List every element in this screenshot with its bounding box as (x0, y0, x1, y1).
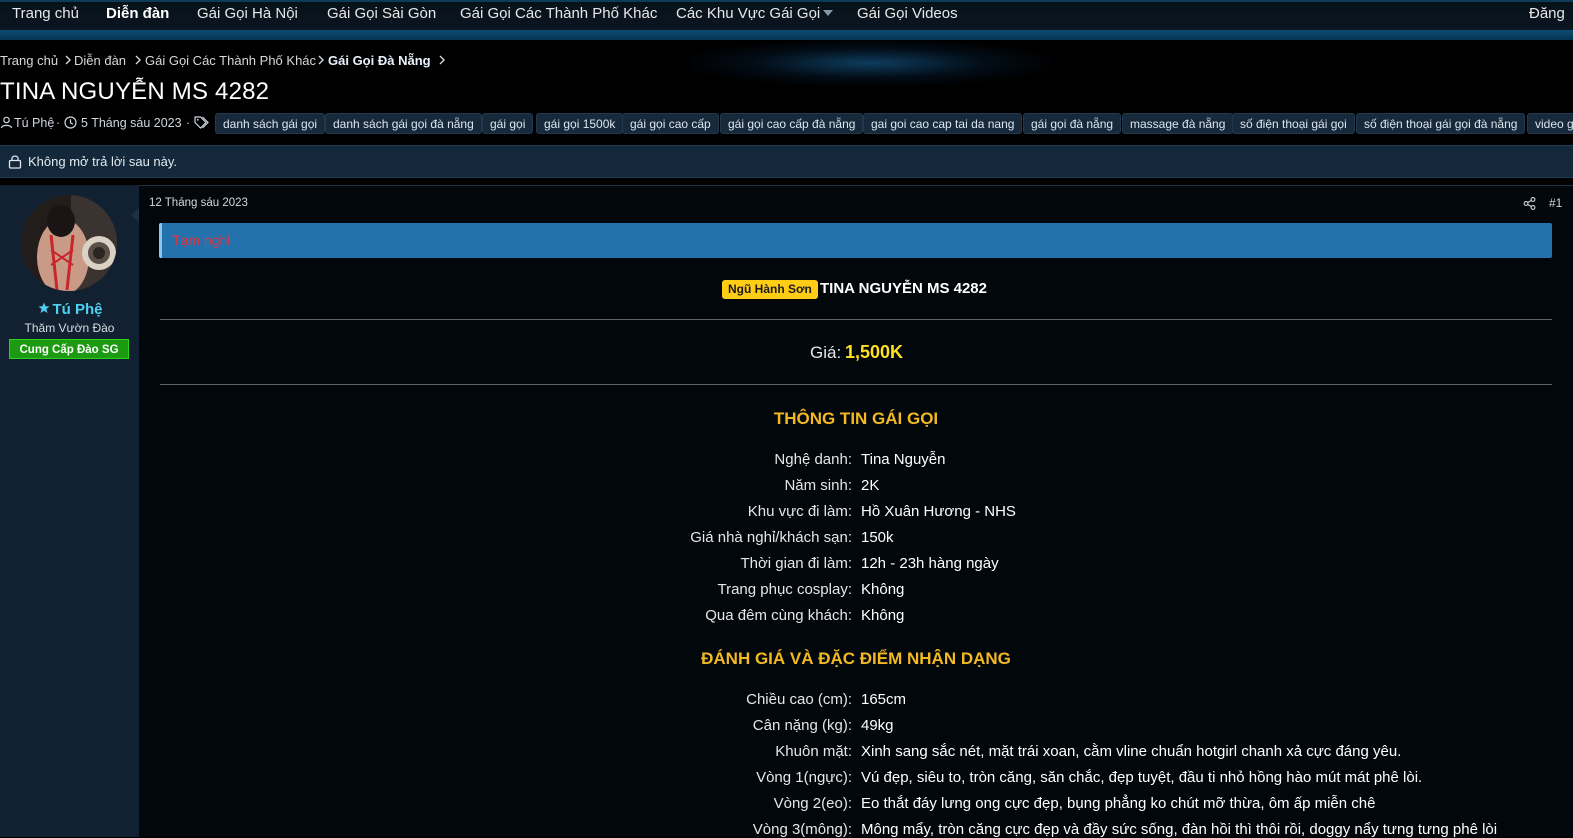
user-icon (0, 116, 13, 129)
info-value: 150k (861, 529, 894, 546)
info-label: Khu vực đi làm: (747, 503, 852, 520)
breadcrumb-other-cities[interactable]: Gái Gọi Các Thành Phố Khác (145, 53, 316, 68)
info-label: Thời gian đi làm: (740, 555, 852, 572)
tags-icon (194, 116, 209, 129)
locked-notice: Không mở trả lời sau này. (0, 145, 1573, 178)
review-label: Vòng 3(mông): (752, 821, 852, 838)
nav-login-link[interactable]: Đăng (1529, 5, 1565, 22)
info-value: 12h - 23h hàng ngày (861, 555, 999, 572)
review-value: Xinh sang sắc nét, mặt trái xoan, cằm vl… (861, 743, 1402, 760)
nav-item-saigon[interactable]: Gái Gọi Sài Gòn (327, 5, 436, 22)
status-box: Tạm nghỉ (159, 223, 1552, 258)
meta-separator: · (56, 116, 61, 130)
avatar[interactable] (21, 195, 117, 291)
locked-notice-text: Không mở trả lời sau này. (28, 154, 178, 169)
post-date[interactable]: 12 Tháng sáu 2023 (149, 197, 248, 209)
info-label: Năm sinh: (784, 477, 852, 494)
tag[interactable]: gái gọi cao cấp (622, 113, 719, 134)
review-label: Cân nặng (kg): (752, 717, 852, 734)
info-value: Tina Nguyễn (861, 451, 946, 468)
post-headline: TINA NGUYỄN MS 4282 (820, 280, 987, 297)
post-user-panel: Tú Phệ Thăm Vườn Đào Cung Cấp Đào SG (0, 185, 139, 837)
price-value: 1,500K (845, 342, 904, 362)
breadcrumb-home[interactable]: Trang chủ (0, 53, 58, 68)
review-value: Mông mẩy, tròn căng cực đẹp và đầy sức s… (861, 821, 1498, 838)
tag[interactable]: video g (1527, 113, 1573, 134)
nav-stripe (0, 30, 1573, 40)
info-label: Giá nhà nghỉ/khách sạn: (690, 529, 852, 546)
review-label: Vòng 2(eo): (773, 795, 852, 812)
chevron-down-icon[interactable] (823, 8, 833, 18)
price-label: Giá: (810, 343, 842, 362)
nav-item-forum[interactable]: Diễn đàn (106, 5, 169, 22)
divider (160, 384, 1552, 385)
tag[interactable]: danh sách gái gọi đà nẵng (325, 113, 482, 134)
info-value: Không (861, 581, 905, 598)
chevron-right-icon (65, 55, 71, 65)
info-section-title: THÔNG TIN GÁI GỌI (773, 409, 939, 428)
post-username[interactable]: Tú Phệ (8, 301, 147, 318)
user-title: Thăm Vườn Đào (24, 321, 115, 335)
tag[interactable]: gái gọi (482, 113, 534, 134)
share-icon[interactable] (1523, 197, 1536, 210)
nav-item-home[interactable]: Trang chủ (12, 5, 79, 22)
tag[interactable]: gai goi cao cap tai da nang (863, 113, 1023, 134)
info-label: Qua đêm cùng khách: (705, 607, 852, 624)
nav-item-other-cities[interactable]: Gái Gọi Các Thành Phố Khác (460, 5, 657, 22)
review-label: Khuôn mặt: (775, 743, 852, 760)
breadcrumb-forum[interactable]: Diễn đàn (74, 53, 126, 68)
chevron-right-icon (135, 55, 141, 65)
info-label: Trang phục cosplay: (717, 581, 852, 598)
info-value: Không (861, 607, 905, 624)
info-value: 2K (861, 477, 880, 494)
tag[interactable]: gái gọi đà nẵng (1023, 113, 1122, 134)
thread-author[interactable]: Tú Phệ (14, 116, 54, 130)
page-title: TINA NGUYỄN MS 4282 (0, 78, 270, 105)
tag[interactable]: gái gọi 1500k (536, 113, 624, 134)
top-navigation: Trang chủ Diễn đàn Gái Gọi Hà Nội Gái Gọ… (0, 0, 1573, 30)
review-value: Eo thắt đáy lưng ong cực đẹp, bụng phẳng… (861, 795, 1376, 812)
lock-icon (8, 155, 22, 169)
tag[interactable]: số điện thoại gái gọi đà nẵng (1356, 113, 1526, 134)
review-value: Vú đẹp, siêu to, tròn căng, săn chắc, đẹ… (861, 769, 1423, 786)
status-text: Tạm nghỉ (172, 232, 231, 248)
info-label: Nghệ danh: (774, 451, 852, 468)
nav-item-hanoi[interactable]: Gái Gọi Hà Nội (197, 5, 298, 22)
area-badge[interactable]: Ngũ Hành Sơn (722, 280, 818, 299)
tag[interactable]: massage đà nẵng (1122, 113, 1234, 134)
tag[interactable]: số điện thoại gái gọi (1232, 113, 1355, 134)
review-section-title: ĐÁNH GIÁ VÀ ĐẶC ĐIỂM NHẬN DẠNG (701, 649, 1011, 668)
tag[interactable]: gái gọi cao cấp đà nẵng (720, 113, 864, 134)
user-banner: Cung Cấp Đào SG (9, 339, 129, 359)
divider (160, 319, 1552, 320)
chevron-right-icon (318, 55, 324, 65)
nav-item-videos[interactable]: Gái Gọi Videos (857, 5, 958, 22)
breadcrumb-danang[interactable]: Gái Gọi Đà Nẵng (328, 53, 431, 68)
info-value: Hồ Xuân Hương - NHS (861, 503, 1016, 520)
nav-item-areas[interactable]: Các Khu Vực Gái Gọi (676, 5, 820, 22)
meta-separator: · (186, 116, 191, 130)
header-glow (690, 40, 1050, 86)
message-arrow (131, 208, 139, 222)
review-label: Chiều cao (cm): (746, 691, 852, 708)
thread-date[interactable]: 5 Tháng sáu 2023 (81, 116, 182, 130)
post-number-link[interactable]: #1 (1549, 196, 1562, 210)
review-label: Vòng 1(ngực): (756, 769, 852, 786)
clock-icon (64, 116, 77, 129)
review-value: 49kg (861, 717, 894, 734)
avatar-image (21, 195, 117, 291)
chevron-right-icon (439, 55, 445, 65)
review-value: 165cm (861, 691, 907, 708)
tag[interactable]: danh sách gái gọi (215, 113, 326, 134)
